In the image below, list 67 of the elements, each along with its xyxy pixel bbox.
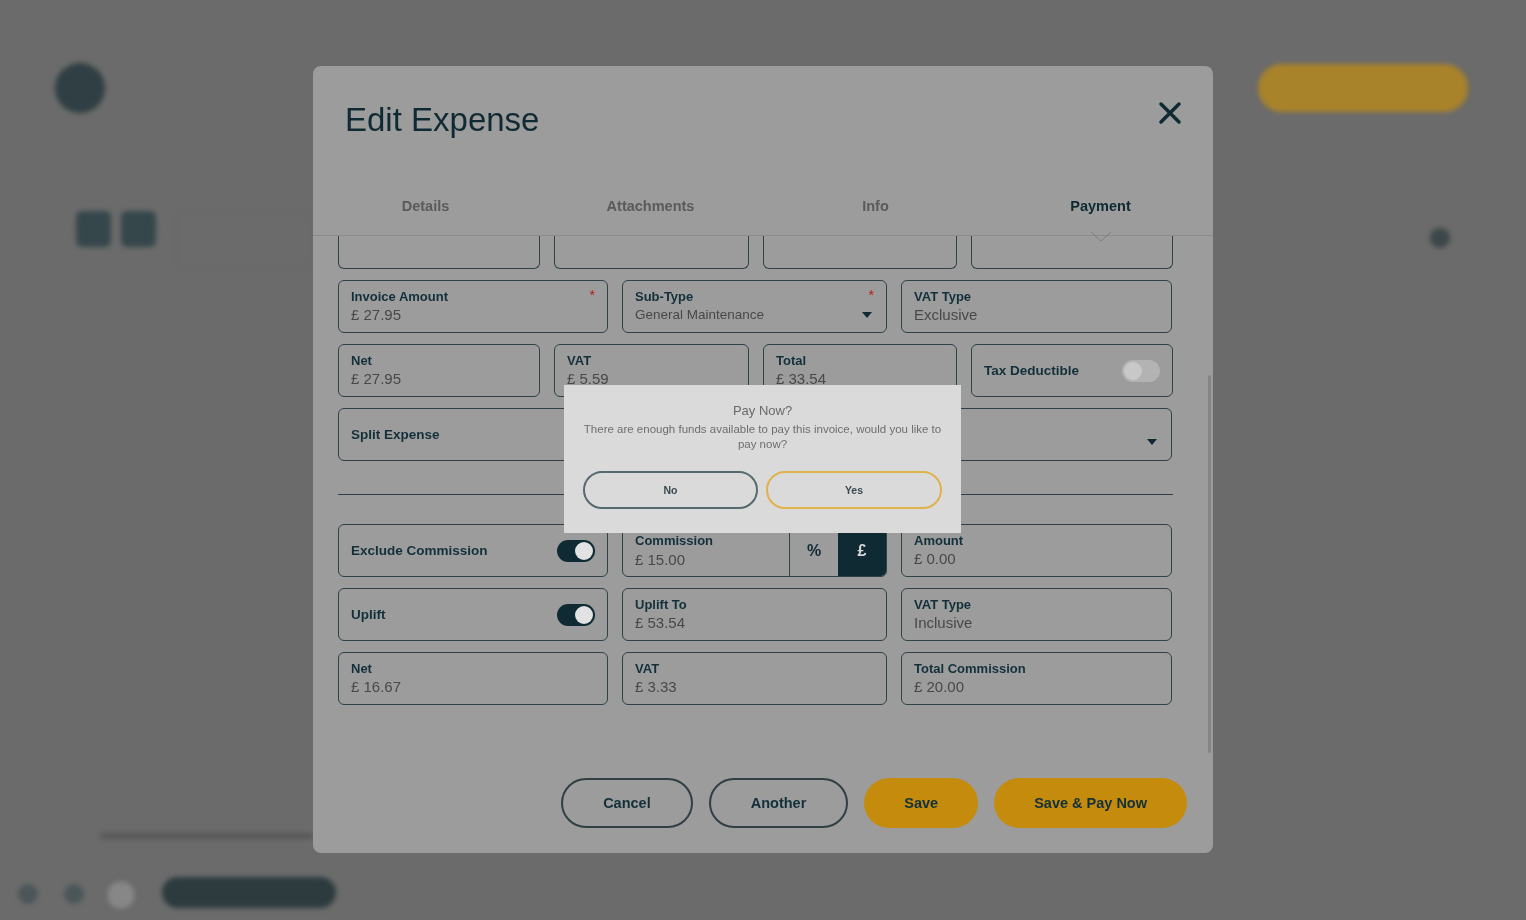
form-field[interactable] (763, 236, 957, 269)
form-field[interactable] (554, 236, 749, 269)
dock-icon (18, 884, 38, 904)
input-field[interactable]: Net £ 27.95 (338, 344, 540, 397)
required-mark: * (589, 288, 595, 305)
field-label: Net (351, 352, 372, 369)
field-label: Uplift (351, 607, 386, 622)
toggle-field[interactable]: Uplift (338, 588, 608, 641)
field-value: General Maintenance (635, 306, 765, 324)
input-field[interactable]: VAT Type Inclusive (901, 588, 1172, 641)
field-value: £ 33.54 (776, 369, 827, 389)
input-field[interactable]: Net £ 16.67 (338, 652, 608, 705)
caret-icon (1147, 438, 1157, 445)
form-field[interactable] (971, 236, 1173, 269)
close-icon[interactable] (1157, 100, 1183, 126)
field-value: £ 0.00 (914, 549, 956, 569)
input-field[interactable]: Uplift To £ 53.54 (622, 588, 887, 641)
action-button[interactable]: Cancel (561, 778, 693, 828)
field-value: £ 53.54 (635, 613, 686, 633)
required-mark: * (868, 288, 874, 305)
field-label: Total Commission (914, 660, 1026, 677)
action-button[interactable]: Save & Pay Now (994, 778, 1187, 828)
field-label: VAT Type (914, 288, 972, 305)
field-label: Total (776, 352, 807, 369)
input-field[interactable]: VAT Type Exclusive (901, 280, 1172, 333)
avatar-icon (1430, 228, 1450, 248)
dialog-button[interactable]: Yes (766, 471, 942, 509)
field-label: Amount (914, 532, 964, 549)
field-value: £ 5.59 (567, 369, 609, 389)
field-label: VAT (635, 660, 660, 677)
modal-title: Edit Expense (345, 100, 540, 140)
field-label: Net (351, 660, 372, 677)
tab-indicator-icon (1090, 232, 1111, 242)
field-label: Sub-Type (635, 288, 694, 305)
field-label: Split Expense (351, 427, 440, 442)
field-value: £ 3.33 (635, 677, 677, 697)
dialog-button[interactable]: No (583, 471, 758, 509)
toggle-switch[interactable] (557, 603, 595, 626)
tab[interactable]: Payment (988, 166, 1213, 235)
toggle-switch[interactable] (557, 539, 595, 562)
field-label: Invoice Amount (351, 288, 449, 305)
input-field[interactable]: VAT £ 3.33 (622, 652, 887, 705)
field-label: Exclude Commission (351, 543, 488, 558)
dock-icon (106, 880, 136, 910)
caret-icon (862, 312, 872, 318)
field-label: Commission (635, 531, 714, 550)
field-label: Tax Deductible (984, 363, 1080, 378)
field-label: VAT (567, 352, 592, 369)
dock-icon (64, 884, 84, 904)
field-value: £ 16.67 (351, 677, 402, 697)
input-field[interactable]: Total Commission £ 20.00 (901, 652, 1172, 705)
field-value: Exclusive (914, 305, 978, 325)
action-button[interactable]: Save (864, 778, 979, 828)
field-value: £ 15.00 (635, 549, 687, 570)
logo-icon (55, 63, 105, 113)
toggle-field[interactable]: Tax Deductible (971, 344, 1173, 397)
field-value: £ 27.95 (351, 369, 402, 389)
field-value: £ 20.00 (914, 677, 965, 697)
form-field[interactable] (338, 236, 540, 269)
field-value: Inclusive (914, 613, 973, 633)
toggle-switch[interactable] (1122, 359, 1160, 382)
field-label: Uplift To (635, 596, 687, 613)
input-field[interactable]: Invoice Amount * £ 27.95 (338, 280, 608, 333)
field-label: VAT Type (914, 596, 972, 613)
action-button[interactable]: Another (708, 778, 849, 828)
select-field[interactable]: Sub-Type * General Maintenance (622, 280, 887, 333)
field-value: £ 27.95 (351, 305, 402, 325)
